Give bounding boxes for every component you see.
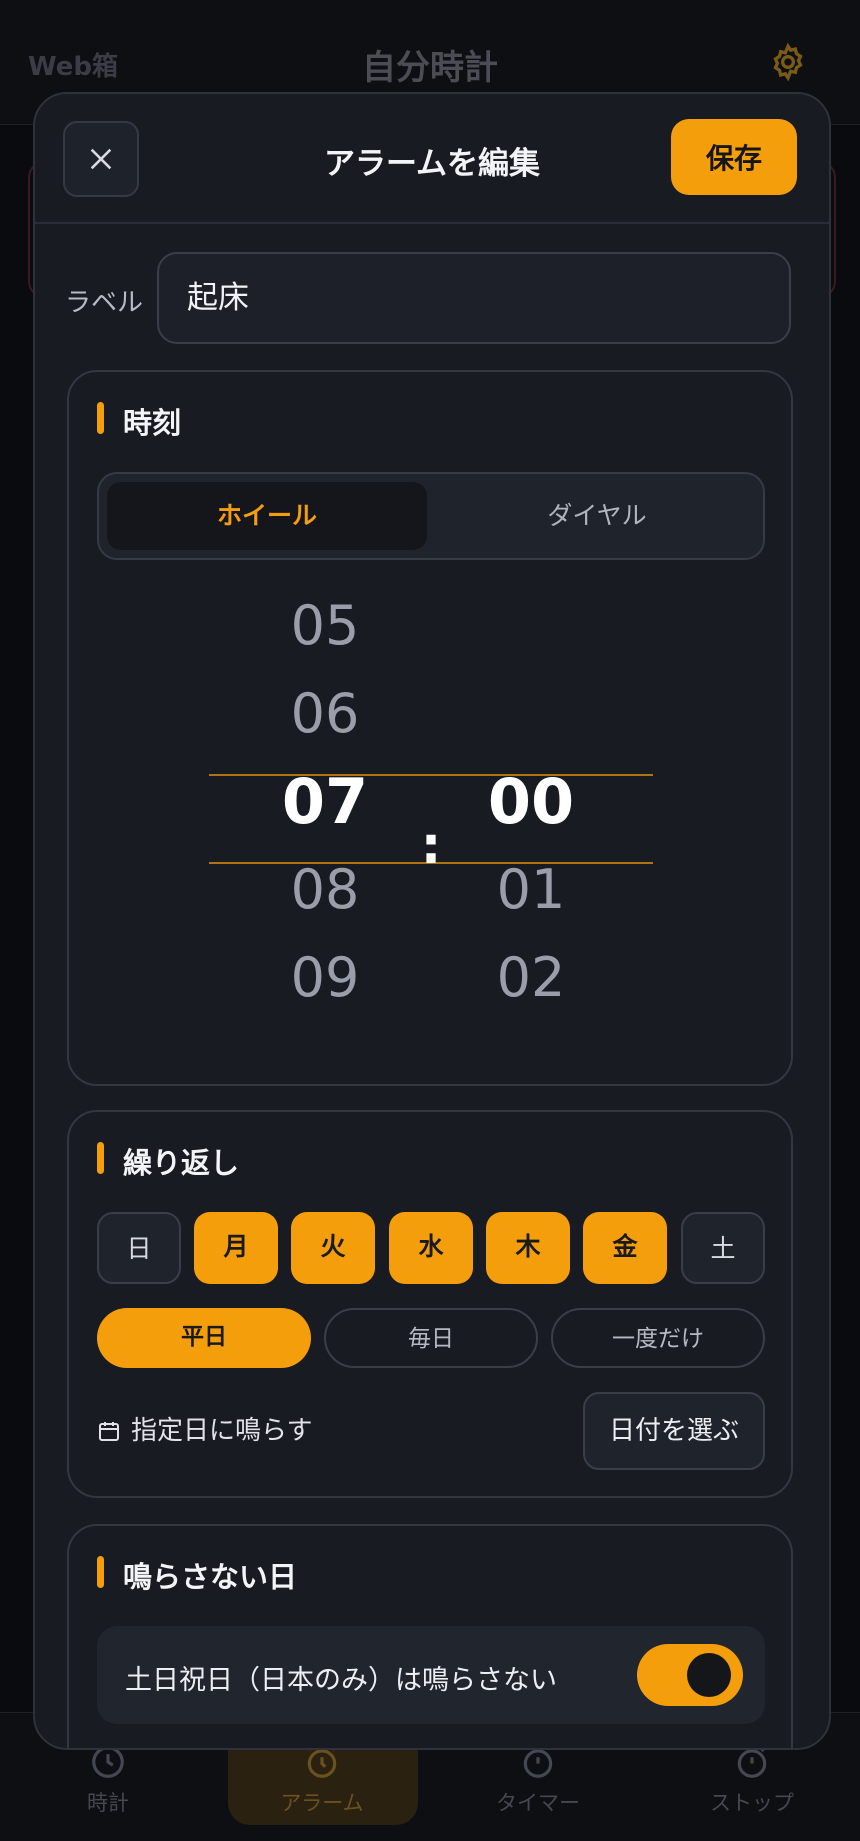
preset-everyday[interactable]: 毎日	[324, 1308, 538, 1368]
day-tue[interactable]: 火	[291, 1212, 375, 1284]
nav-item-stopwatch[interactable]: ストップ	[652, 1743, 852, 1817]
save-button[interactable]: 保存	[671, 119, 797, 195]
skip-section-title: 鳴らさない日	[97, 1554, 297, 1596]
hour-option[interactable]: 09	[255, 934, 395, 1022]
day-thu[interactable]: 木	[486, 1212, 570, 1284]
day-sun[interactable]: 日	[97, 1212, 181, 1284]
holiday-skip-toggle[interactable]	[637, 1644, 743, 1706]
holiday-skip-label: 土日祝日（日本のみ）は鳴らさない	[125, 1665, 557, 1696]
minute-option[interactable]: 01	[461, 846, 601, 934]
nav-label-stopwatch: ストップ	[710, 1791, 794, 1815]
hour-wheel[interactable]: 05 06 07 08 09	[255, 582, 395, 1022]
preset-once[interactable]: 一度だけ	[551, 1308, 765, 1368]
pick-date-button[interactable]: 日付を選ぶ	[583, 1392, 765, 1470]
hour-option[interactable]: 05	[255, 582, 395, 670]
nav-item-timer[interactable]: タイマー	[438, 1743, 638, 1817]
minute-selected[interactable]: 00	[461, 758, 601, 846]
day-sat[interactable]: 土	[681, 1212, 765, 1284]
repeat-card: 繰り返し 日 月 火 水 木 金 土 平日 毎日 一度だけ 指定日に鳴らす 日付…	[67, 1110, 793, 1498]
toggle-knob	[687, 1653, 731, 1697]
holiday-skip-row: 土日祝日（日本のみ）は鳴らさない	[97, 1626, 765, 1724]
minute-wheel[interactable]: 00 01 02	[461, 758, 601, 1022]
nav-label-timer: タイマー	[496, 1791, 580, 1815]
gear-icon[interactable]	[768, 42, 808, 82]
hour-option[interactable]: 06	[255, 670, 395, 758]
label-row: ラベル 起床	[35, 252, 829, 348]
preset-weekdays[interactable]: 平日	[97, 1308, 311, 1368]
calendar-icon	[99, 1422, 119, 1441]
skip-days-card: 鳴らさない日 土日祝日（日本のみ）は鳴らさない	[67, 1524, 793, 1748]
mode-dial-tab[interactable]: ダイヤル	[437, 482, 757, 550]
time-separator: :	[420, 816, 442, 876]
modal-header: アラームを編集 保存	[35, 94, 829, 224]
day-wed[interactable]: 水	[389, 1212, 473, 1284]
nav-item-clock[interactable]: 時計	[8, 1743, 208, 1817]
time-mode-toggle: ホイール ダイヤル	[97, 472, 765, 560]
nav-item-alarm[interactable]: アラーム	[222, 1743, 422, 1817]
time-card: 時刻 ホイール ダイヤル 05 06 07 08 09 : 00 01 02	[67, 370, 793, 1086]
nav-label-clock: 時計	[87, 1791, 129, 1815]
label-input[interactable]: 起床	[157, 252, 791, 344]
nav-label-alarm: アラーム	[280, 1791, 364, 1815]
minute-option[interactable]: 02	[461, 934, 601, 1022]
repeat-section-title: 繰り返し	[97, 1140, 239, 1182]
specific-date-text: 指定日に鳴らす	[131, 1416, 313, 1446]
time-section-title: 時刻	[97, 400, 181, 442]
day-mon[interactable]: 月	[194, 1212, 278, 1284]
hour-option[interactable]: 08	[255, 846, 395, 934]
specific-date-label: 指定日に鳴らす	[97, 1410, 312, 1447]
day-fri[interactable]: 金	[583, 1212, 667, 1284]
mode-wheel-tab[interactable]: ホイール	[107, 482, 427, 550]
hour-selected[interactable]: 07	[255, 758, 395, 846]
edit-alarm-modal: アラームを編集 保存 ラベル 起床 時刻 ホイール ダイヤル 05 06 07 …	[33, 92, 831, 1750]
app-title: 自分時計	[362, 48, 498, 88]
label-caption: ラベル	[65, 288, 144, 318]
